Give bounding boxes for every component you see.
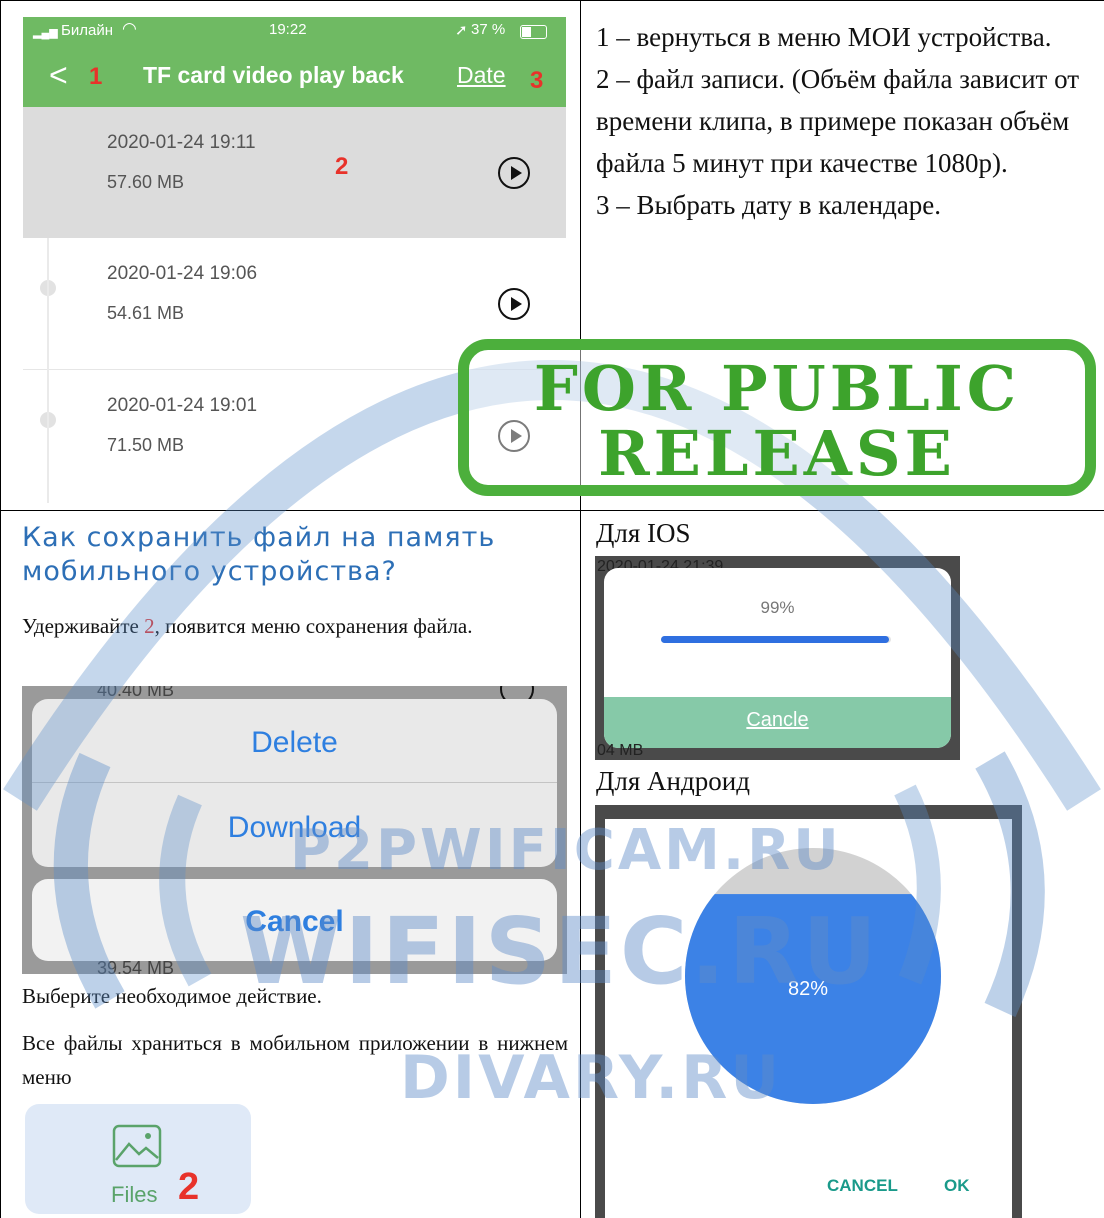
table-row-divider [0, 510, 1104, 511]
files-label: Files [111, 1182, 158, 1207]
table-border-top [0, 0, 1104, 1]
hold-suffix: , появится меню сохранения файла. [154, 614, 473, 638]
legend-item-1: 1 – вернуться в меню МОИ устройства. [596, 22, 1052, 52]
legend-item-3: 3 – Выбрать дату в календаре. [596, 190, 942, 220]
battery-label: 37 % [471, 21, 506, 38]
screen-title: TF card video play back [143, 62, 404, 88]
watermark-text: P2PWIFICAM.RU [290, 818, 842, 883]
recording-size: 57.60 MB [107, 172, 185, 192]
files-marker: 2 [178, 1166, 200, 1208]
selected-marker: 2 [335, 153, 349, 180]
recording-item[interactable]: 2020-01-24 19:11 57.60 MB 2 [23, 107, 566, 238]
recording-datetime: 2020-01-24 19:11 [107, 132, 256, 153]
carrier-label: Билайн [61, 22, 113, 39]
recording-size: 71.50 MB [107, 435, 185, 455]
battery-icon [520, 25, 547, 39]
date-marker: 3 [530, 67, 544, 94]
files-tab-button[interactable]: Files 2 [25, 1104, 251, 1214]
legend-item-2: 2 – файл записи. (Объём файла зависит от… [596, 64, 1080, 178]
status-bar: ▂▄▆ Билайн ◠ 19:22 ➚ 37 % [23, 17, 566, 47]
back-chevron-icon[interactable]: < [49, 57, 68, 94]
hold-prefix: Удерживайте [22, 614, 145, 638]
delete-button[interactable]: Delete [32, 726, 557, 760]
hold-number: 2 [144, 614, 155, 638]
ios-progress-dialog: 99% Cancle [604, 568, 951, 748]
recording-datetime: 2020-01-24 19:01 [107, 395, 258, 416]
nav-bar: < 1 TF card video play back Date 3 [23, 47, 566, 107]
stamp-line-1: FOR PUBLIC [533, 352, 1021, 425]
ios-label: Для IOS [596, 518, 691, 548]
recording-size: 54.61 MB [107, 303, 185, 323]
play-icon[interactable] [498, 288, 530, 320]
date-link[interactable]: Date [457, 62, 506, 89]
ios-progress-percent: 99% [760, 598, 795, 617]
table-column-divider [580, 0, 581, 1218]
table-border-left [0, 0, 1, 1218]
legend-description: 1 – вернуться в меню МОИ устройства. 2 –… [596, 16, 1096, 226]
ios-cancel-button[interactable]: Cancle [604, 709, 951, 732]
watermark-text: DIVARY.RU [400, 1043, 783, 1113]
image-gallery-icon [112, 1124, 162, 1168]
hold-instruction: Удерживайте 2, появится меню сохранения … [22, 609, 568, 643]
ios-progress-track [661, 636, 891, 643]
status-time: 19:22 [269, 21, 307, 38]
watermark-text: WIFISEC.RU [240, 898, 880, 1005]
stamp-line-2: RELEASE [598, 417, 956, 490]
wifi-icon: ◠ [122, 19, 137, 38]
android-ok-button[interactable]: OK [944, 1176, 970, 1196]
sheet-bottom-size: 39.54 MB [97, 958, 175, 974]
android-label: Для Андроид [596, 766, 750, 796]
ios-download-screenshot: 2020-01-24 21:39 99% Cancle 04 MB [595, 556, 960, 760]
location-icon: ➚ [455, 22, 468, 39]
public-release-stamp: FOR PUBLIC RELEASE [458, 339, 1096, 496]
back-marker: 1 [89, 63, 103, 90]
play-icon[interactable] [498, 157, 530, 189]
android-cancel-button[interactable]: CANCEL [827, 1176, 898, 1196]
ios-cancel-bar[interactable]: Cancle [604, 697, 951, 748]
ios-progress-fill [661, 636, 889, 643]
signal-icon: ▂▄▆ [33, 27, 58, 39]
recording-datetime: 2020-01-24 19:06 [107, 263, 258, 284]
sheet-divider [32, 782, 557, 783]
ios-bg-size: 04 MB [597, 742, 644, 759]
timeline-line [47, 238, 49, 503]
section-heading: Как сохранить файл на память мобильного … [22, 522, 496, 587]
